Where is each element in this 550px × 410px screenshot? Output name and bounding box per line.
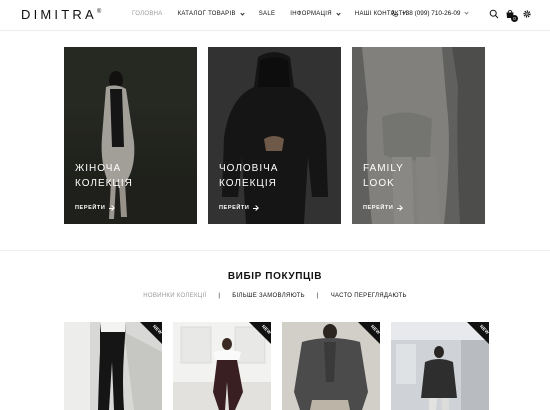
banner-link[interactable]: ПЕРЕЙТИ bbox=[219, 205, 259, 211]
banner-link[interactable]: ПЕРЕЙТИ bbox=[363, 205, 403, 211]
new-badge: NEW bbox=[467, 322, 489, 344]
phone-dropdown[interactable]: +38 (099) 710-26-09 bbox=[391, 10, 470, 17]
cart-count-badge: 0 bbox=[511, 15, 518, 22]
nav-item-catalog[interactable]: КАТАЛОГ ТОВАРІВ bbox=[178, 10, 245, 17]
main-nav: ГОЛОВНА КАТАЛОГ ТОВАРІВ SALE ІНФОРМАЦІЯ … bbox=[132, 10, 422, 17]
new-badge: NEW bbox=[358, 322, 380, 344]
tab-most-viewed[interactable]: ЧАСТО ПЕРЕГЛЯДАЮТЬ bbox=[331, 293, 407, 299]
tab-separator: | bbox=[316, 293, 319, 299]
tab-new-collection[interactable]: НОВИНКИ КОЛЕКЦІЇ bbox=[143, 293, 206, 299]
product-card[interactable]: NEW bbox=[282, 322, 380, 410]
tab-most-ordered[interactable]: БІЛЬШЕ ЗАМОВЛЯЮТЬ bbox=[232, 293, 305, 299]
chevron-down-icon bbox=[464, 10, 470, 15]
chevron-down-icon bbox=[336, 10, 341, 16]
section-divider bbox=[0, 250, 550, 251]
banner-title: ЖІНОЧА КОЛЕКЦІЯ bbox=[75, 163, 133, 189]
banner-title: ЧОЛОВІЧА КОЛЕКЦІЯ bbox=[219, 163, 279, 189]
nav-item-info[interactable]: ІНФОРМАЦІЯ bbox=[290, 10, 341, 17]
banner-men-collection[interactable]: ЧОЛОВІЧА КОЛЕКЦІЯ ПЕРЕЙТИ bbox=[208, 47, 341, 224]
new-badge: NEW bbox=[249, 322, 271, 344]
search-icon[interactable] bbox=[489, 9, 499, 19]
banner-photo bbox=[208, 47, 341, 224]
arrow-right-icon bbox=[109, 207, 115, 209]
banner-title: FAMILY LOOK bbox=[363, 163, 404, 189]
tab-separator: | bbox=[218, 293, 221, 299]
nav-item-sale[interactable]: SALE bbox=[259, 11, 276, 17]
gear-icon[interactable] bbox=[522, 9, 532, 19]
banner-family-look[interactable]: FAMILY LOOK ПЕРЕЙТИ bbox=[352, 47, 485, 224]
banner-photo bbox=[64, 47, 197, 224]
site-header: DIMITRA® ГОЛОВНА КАТАЛОГ ТОВАРІВ SALE ІН… bbox=[0, 0, 550, 31]
picks-tabs: НОВИНКИ КОЛЕКЦІЇ | БІЛЬШЕ ЗАМОВЛЯЮТЬ | Ч… bbox=[0, 293, 550, 299]
brand-logo[interactable]: DIMITRA® bbox=[21, 7, 101, 22]
arrow-right-icon bbox=[253, 207, 259, 209]
banner-link[interactable]: ПЕРЕЙТИ bbox=[75, 205, 115, 211]
product-card[interactable]: NEW bbox=[391, 322, 489, 410]
nav-item-home[interactable]: ГОЛОВНА bbox=[132, 11, 163, 17]
banner-photo bbox=[352, 47, 485, 224]
arrow-right-icon bbox=[397, 207, 403, 209]
phone-number: +38 (099) 710-26-09 bbox=[402, 10, 461, 17]
banner-women-collection[interactable]: ЖІНОЧА КОЛЕКЦІЯ ПЕРЕЙТИ bbox=[64, 47, 197, 224]
chevron-down-icon bbox=[240, 10, 245, 16]
new-badge: NEW bbox=[140, 322, 162, 344]
product-card[interactable]: NEW bbox=[173, 322, 271, 410]
phone-icon bbox=[391, 10, 398, 17]
product-card[interactable]: NEW bbox=[64, 322, 162, 410]
section-title: ВИБІР ПОКУПЦІВ bbox=[227, 271, 323, 282]
